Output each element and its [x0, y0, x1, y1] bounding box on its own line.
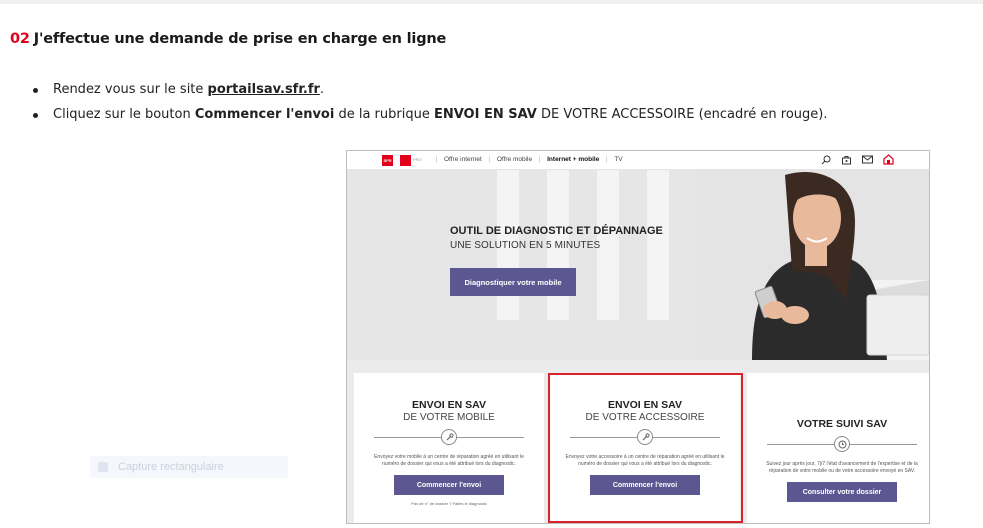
- card-sav-tracking: VOTRE SUIVI SAV Suivez jour après jour, …: [747, 373, 929, 523]
- sfr-pro-logo[interactable]: [400, 155, 411, 166]
- home-icon[interactable]: [883, 154, 894, 165]
- nav-link-tv[interactable]: TV: [606, 156, 629, 163]
- card-title: VOTRE SUIVI SAV: [796, 418, 888, 430]
- nav-icons: [820, 154, 894, 165]
- cart-icon[interactable]: [841, 154, 852, 165]
- capture-icon: [98, 462, 108, 472]
- sfr-logo[interactable]: SFR: [382, 155, 393, 166]
- nav-link-internet-mobile[interactable]: Internet + mobile: [539, 156, 606, 163]
- section-heading: 02 J'effectue une demande de prise en cha…: [10, 31, 446, 47]
- diagnose-mobile-button[interactable]: Diagnostiquer votre mobile: [450, 268, 576, 296]
- rectangular-capture-overlay[interactable]: Capture rectangulaire: [90, 456, 288, 478]
- background-window: [647, 170, 669, 320]
- search-icon[interactable]: [820, 154, 831, 165]
- card-divider: [767, 435, 917, 453]
- portal-link[interactable]: portailsav.sfr.fr: [208, 82, 320, 97]
- card-description: Suivez jour après jour, 7j/7 l'état d'av…: [766, 461, 918, 474]
- nav-link-internet[interactable]: Offre internet: [436, 156, 489, 163]
- hero-title: OUTIL DE DIAGNOSTIC ET DÉPANNAGE: [450, 225, 663, 237]
- highlight-frame: [548, 373, 743, 523]
- card-divider: [374, 428, 524, 446]
- diagnostic-link[interactable]: Pas de n° de dossier ? Faites le diagnos…: [354, 501, 544, 506]
- mail-icon[interactable]: [862, 154, 873, 165]
- card-title: ENVOI EN SAV: [412, 399, 486, 411]
- hero-banner: OUTIL DE DIAGNOSTIC ET DÉPANNAGE UNE SOL…: [347, 170, 929, 360]
- woman-with-phone-photo: [697, 170, 929, 360]
- clock-icon: [834, 436, 850, 452]
- list-item: Rendez vous sur le site portailsav.sfr.f…: [33, 80, 828, 105]
- step-number: 02: [10, 31, 30, 47]
- nav-link-mobile[interactable]: Offre mobile: [488, 156, 539, 163]
- nav-links: Offre internet Offre mobile Internet + m…: [436, 156, 630, 163]
- view-file-button[interactable]: Consulter votre dossier: [787, 482, 897, 502]
- capture-label: Capture rectangulaire: [118, 461, 224, 473]
- portal-navbar: SFR PRO Offre internet Offre mobile Inte…: [347, 151, 929, 170]
- list-item: Cliquez sur le bouton Commencer l'envoi …: [33, 105, 828, 130]
- sfr-pro-label: PRO: [413, 157, 422, 162]
- wrench-icon: [441, 429, 457, 445]
- top-divider: [0, 0, 983, 4]
- start-shipment-mobile-button[interactable]: Commencer l'envoi: [394, 475, 504, 495]
- hero-subtitle: UNE SOLUTION EN 5 MINUTES: [450, 240, 601, 251]
- card-sav-mobile: ENVOI EN SAV DE VOTRE MOBILE Envoyez vot…: [354, 373, 544, 523]
- heading-text: J'effectue une demande de prise en charg…: [33, 31, 447, 47]
- instruction-list: Rendez vous sur le site portailsav.sfr.f…: [33, 80, 828, 130]
- card-subtitle: DE VOTRE MOBILE: [403, 412, 495, 423]
- card-description: Envoyez votre mobile à un centre de répa…: [374, 454, 524, 467]
